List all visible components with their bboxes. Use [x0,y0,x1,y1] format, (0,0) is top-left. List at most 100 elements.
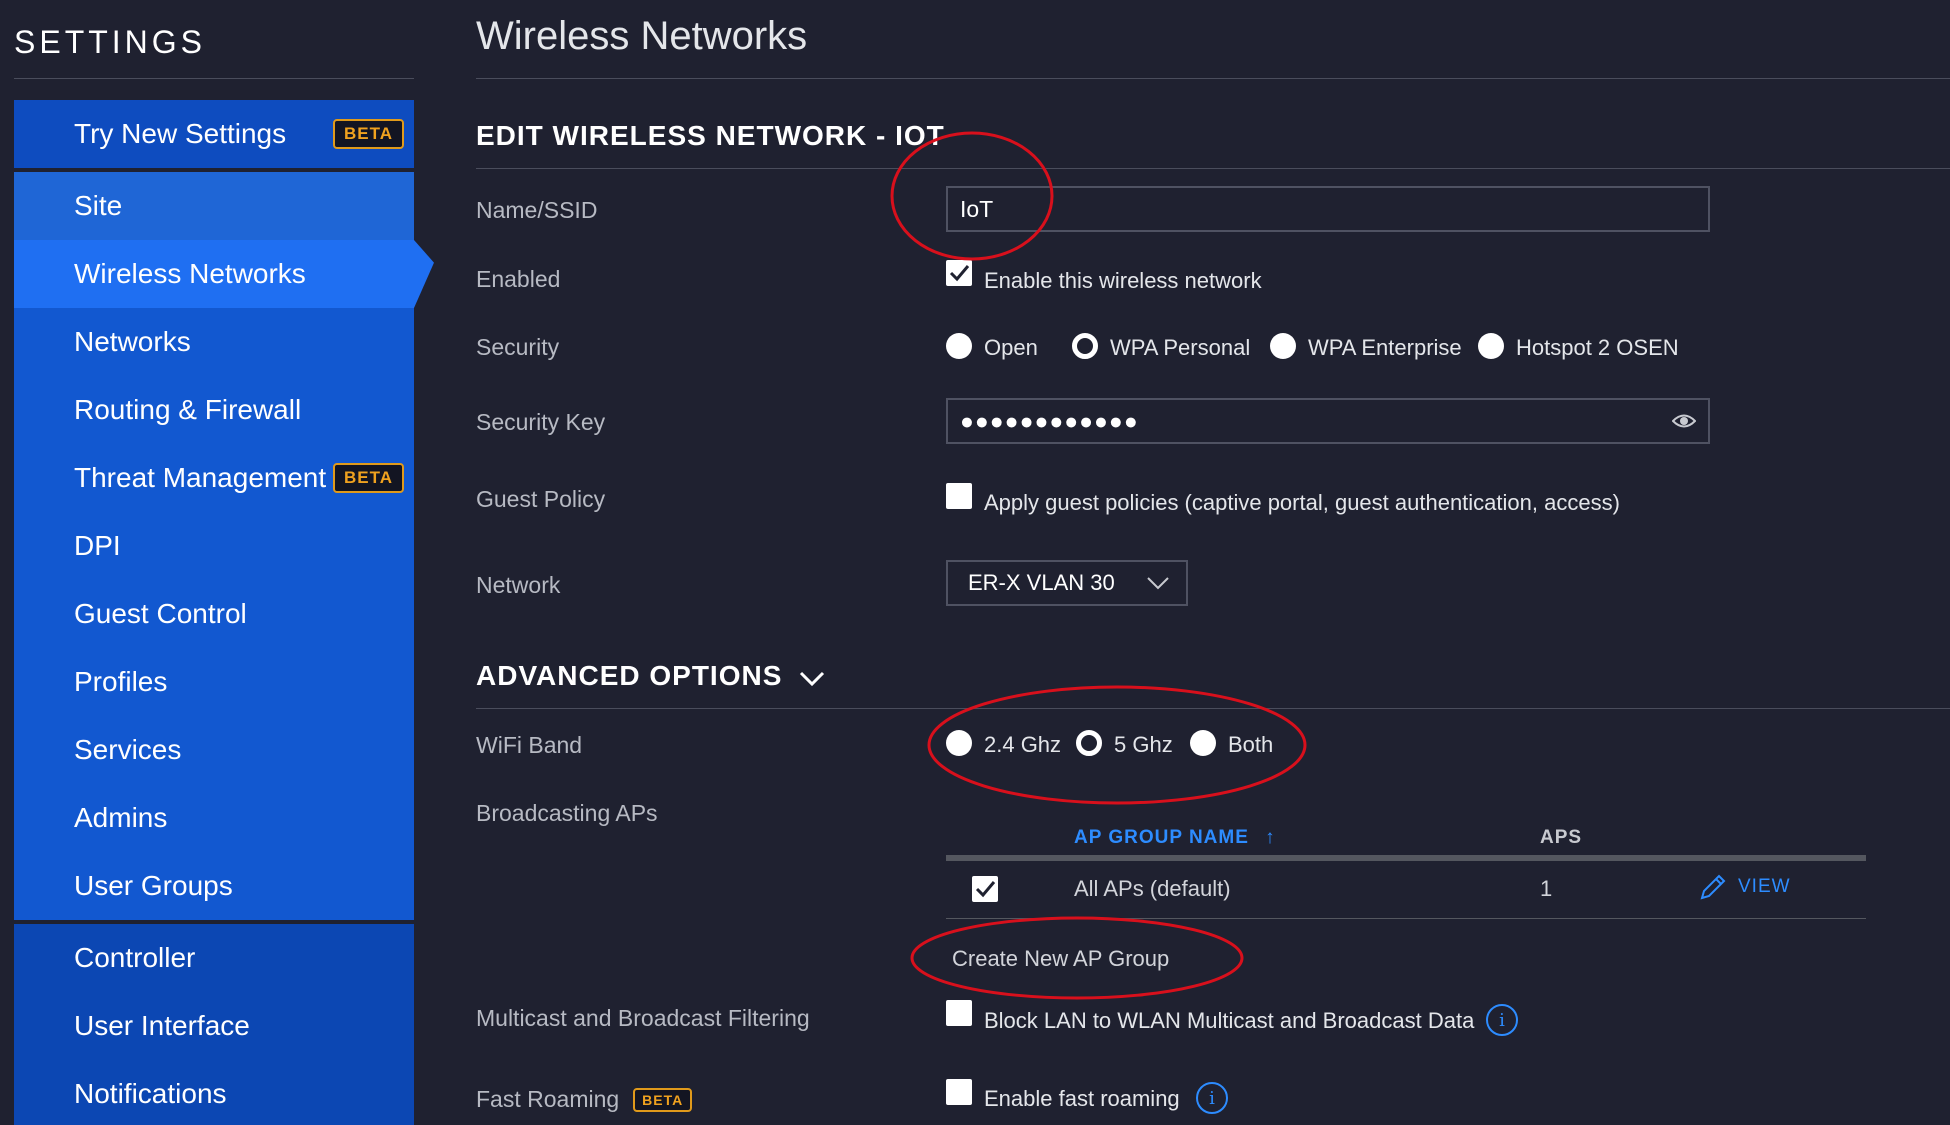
band-24-radio[interactable] [946,730,972,756]
page-title: Wireless Networks [476,14,808,58]
security-wpa-enterprise-radio[interactable] [1270,333,1296,359]
sidebar-item-services[interactable]: Services [14,716,414,784]
band-5-radio[interactable] [1076,730,1102,756]
sidebar-item-site[interactable]: Site [14,172,414,240]
multicast-text: Block LAN to WLAN Multicast and Broadcas… [984,1008,1475,1033]
enable-network-text: Enable this wireless network [984,268,1262,293]
settings-page: SETTINGS Try New Settings BETA Site Wire… [0,0,1950,1125]
band-both-radio[interactable] [1190,730,1216,756]
sidebar-item-guest-control[interactable]: Guest Control [14,580,414,648]
security-key-label: Security Key [476,409,606,435]
sidebar-item-label: Profiles [74,666,168,697]
band-5-text: 5 Ghz [1114,732,1173,757]
info-icon[interactable]: i [1196,1082,1228,1114]
advanced-options-title: ADVANCED OPTIONS [476,660,783,691]
sidebar-item-label: Notifications [74,1078,227,1109]
edit-section-title: EDIT WIRELESS NETWORK - IOT [476,120,945,151]
sidebar-item-profiles[interactable]: Profiles [14,648,414,716]
sidebar-item-label: Admins [74,802,168,833]
multicast-label: Multicast and Broadcast Filtering [476,1005,810,1031]
eye-icon[interactable] [1672,410,1696,432]
sidebar-item-threat-management[interactable]: Threat Management BETA [14,444,414,512]
beta-badge: BETA [633,1087,693,1112]
chevron-down-icon [1147,577,1169,590]
security-hotspot-radio[interactable] [1478,333,1504,359]
ap-group-name: All APs (default) [1074,876,1231,901]
sidebar-item-networks[interactable]: Networks [14,308,414,376]
sidebar-item-label: Routing & Firewall [74,394,302,425]
checkmark-icon [949,265,970,282]
ap-group-checkbox[interactable] [972,876,998,902]
security-key-input[interactable]: ●●●●●●●●●●●● [946,398,1710,444]
band-24-text: 2.4 Ghz [984,732,1062,757]
fast-roaming-label-text: Fast Roaming [476,1086,620,1112]
security-open-radio[interactable] [946,333,972,359]
fast-roaming-text: Enable fast roaming [984,1086,1180,1111]
security-wpa-personal-text: WPA Personal [1110,335,1251,360]
guest-policy-label: Guest Policy [476,486,606,512]
view-ap-group-button[interactable]: VIEW [1698,872,1791,902]
nav-group-site: Site Wireless Networks Networks Routing … [14,172,414,920]
wifi-band-label: WiFi Band [476,732,583,758]
sidebar-item-user-interface[interactable]: User Interface [14,992,414,1060]
fast-roaming-checkbox[interactable] [946,1079,972,1105]
nav-group-controller: Controller User Interface Notifications [14,924,414,1125]
sidebar-item-label: Controller [74,942,196,973]
sidebar-item-notifications[interactable]: Notifications [14,1060,414,1125]
advanced-divider [476,708,1950,709]
sidebar-item-user-groups[interactable]: User Groups [14,852,414,920]
sidebar: SETTINGS Try New Settings BETA Site Wire… [14,0,414,1125]
ssid-input[interactable]: IoT [946,186,1710,232]
network-select[interactable]: ER-X VLAN 30 [946,560,1188,606]
table-row-divider [946,918,1866,919]
advanced-options-toggle[interactable]: ADVANCED OPTIONS [476,660,825,692]
section-divider [476,168,1950,169]
sidebar-item-label: Site [74,190,123,221]
table-header-bar [946,855,1866,861]
network-label: Network [476,572,561,598]
create-ap-group-link[interactable]: Create New AP Group [952,946,1169,972]
sidebar-item-label: Services [74,734,182,765]
checkmark-icon [975,881,996,898]
info-icon[interactable]: i [1486,1004,1518,1036]
band-both-text: Both [1228,732,1274,757]
pencil-icon [1700,874,1726,900]
sidebar-item-admins[interactable]: Admins [14,784,414,852]
sidebar-item-label: Threat Management [74,462,327,493]
sidebar-item-label: User Groups [74,870,233,901]
sidebar-item-routing-firewall[interactable]: Routing & Firewall [14,376,414,444]
network-value: ER-X VLAN 30 [968,570,1115,595]
chevron-down-icon [800,671,825,686]
sidebar-item-dpi[interactable]: DPI [14,512,414,580]
ssid-value: IoT [960,195,994,222]
ap-group-name-header[interactable]: AP GROUP NAME ↑ [1074,827,1276,849]
security-hotspot-text: Hotspot 2 OSEN [1516,335,1679,360]
security-label: Security [476,334,560,360]
title-divider [476,78,1950,79]
sidebar-item-try-new-settings[interactable]: Try New Settings BETA [14,100,414,168]
view-label: VIEW [1738,876,1791,897]
sidebar-item-label: Wireless Networks [74,258,306,289]
sidebar-item-label: User Interface [74,1010,250,1041]
sidebar-item-label: Guest Control [74,598,247,629]
beta-badge: BETA [332,119,404,149]
sort-up-icon: ↑ [1265,827,1276,848]
sidebar-item-controller[interactable]: Controller [14,924,414,992]
sidebar-item-label: Try New Settings [74,118,287,149]
multicast-checkbox[interactable] [946,1000,972,1026]
guest-policy-checkbox[interactable] [946,483,972,509]
security-key-value: ●●●●●●●●●●●● [960,407,1139,434]
nav-group-top: Try New Settings BETA [14,100,414,168]
sidebar-item-wireless-networks[interactable]: Wireless Networks [14,240,414,308]
aps-header: APS [1540,827,1583,848]
security-wpa-enterprise-text: WPA Enterprise [1308,335,1462,360]
broadcasting-aps-label: Broadcasting APs [476,800,658,826]
sidebar-item-label: DPI [74,530,121,561]
security-wpa-personal-radio[interactable] [1072,333,1098,359]
fast-roaming-label: Fast Roaming BETA [476,1086,693,1113]
guest-policy-text: Apply guest policies (captive portal, gu… [984,490,1620,515]
sidebar-divider [14,78,414,79]
ap-count: 1 [1540,876,1553,901]
enable-network-checkbox[interactable] [946,260,972,286]
column-header-label: AP GROUP NAME [1074,827,1249,848]
